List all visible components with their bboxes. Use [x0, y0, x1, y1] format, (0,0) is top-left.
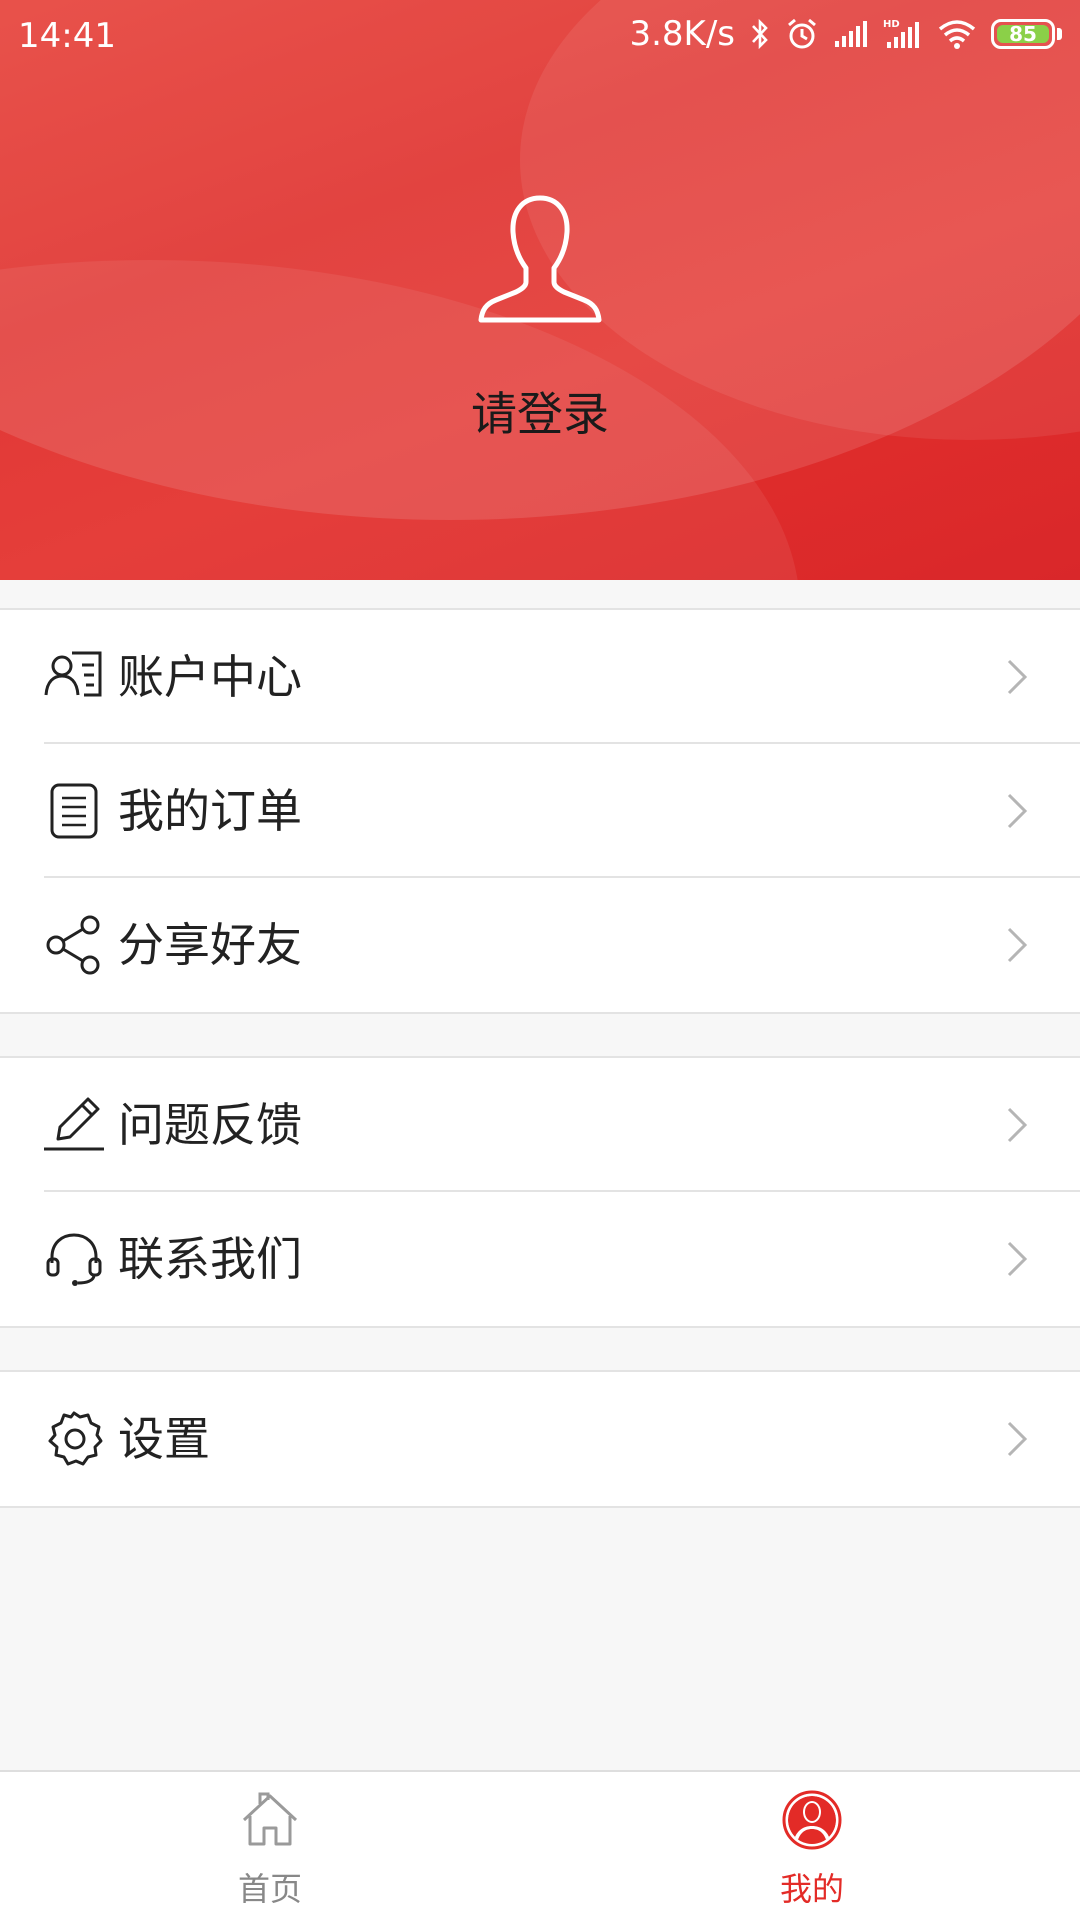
menu-item-feedback[interactable]: 问题反馈	[0, 1058, 1080, 1192]
user-silhouette-icon[interactable]	[470, 190, 610, 330]
tab-home[interactable]: 首页	[170, 1772, 370, 1922]
menu-item-my-orders[interactable]: 我的订单	[0, 744, 1080, 878]
status-time: 14:41	[18, 16, 116, 56]
user-avatar-icon	[782, 1790, 842, 1850]
headset-icon	[46, 1233, 102, 1286]
order-list-icon	[50, 783, 98, 839]
menu-group-support: 问题反馈 联系我们	[0, 1056, 1080, 1328]
menu-item-label: 账户中心	[118, 650, 302, 704]
status-icons: 3.8K/s HD 85	[629, 14, 1062, 54]
signal-icon	[835, 21, 867, 47]
menu-item-label: 问题反馈	[118, 1098, 302, 1152]
net-speed: 3.8K/s	[629, 14, 735, 54]
menu-item-label: 分享好友	[118, 918, 302, 972]
menu-item-label: 设置	[118, 1412, 210, 1466]
home-icon	[242, 1792, 298, 1846]
tab-mine[interactable]: 我的	[712, 1772, 912, 1922]
chevron-right-icon	[1007, 1107, 1028, 1143]
tab-home-label: 首页	[237, 1870, 302, 1908]
pencil-icon	[44, 1097, 104, 1151]
menu-group-settings: 设置	[0, 1370, 1080, 1508]
gear-icon	[48, 1411, 103, 1466]
battery-icon: 85	[991, 19, 1062, 49]
tab-mine-label: 我的	[779, 1870, 844, 1908]
menu-item-label: 联系我们	[118, 1232, 302, 1286]
bluetooth-icon	[752, 18, 768, 50]
chevron-right-icon	[1007, 793, 1028, 829]
chevron-right-icon	[1007, 659, 1028, 695]
share-icon	[46, 915, 100, 975]
menu-group-account: 账户中心 我的订单 分享好友	[0, 608, 1080, 1014]
menu-item-label: 我的订单	[118, 784, 302, 838]
battery-level: 85	[997, 22, 1049, 46]
hd-signal-icon: HD	[883, 19, 919, 48]
chevron-right-icon	[1007, 1421, 1028, 1457]
svg-text:HD: HD	[883, 19, 900, 30]
menu-item-account-center[interactable]: 账户中心	[0, 610, 1080, 744]
bottom-tab-bar: 首页 我的	[0, 1770, 1080, 1922]
chevron-right-icon	[1007, 927, 1028, 963]
wifi-icon	[938, 20, 976, 49]
account-card-icon	[44, 651, 102, 697]
status-bar: 14:41 3.8K/s HD 85	[0, 0, 1080, 76]
chevron-right-icon	[1007, 1241, 1028, 1277]
menu-item-share-friends[interactable]: 分享好友	[0, 878, 1080, 1012]
login-prompt[interactable]: 请登录	[0, 378, 1080, 444]
profile-header: 14:41 3.8K/s HD 85 请登录	[0, 0, 1080, 580]
menu-item-contact-us[interactable]: 联系我们	[0, 1192, 1080, 1326]
alarm-icon	[788, 18, 816, 49]
menu-item-settings[interactable]: 设置	[0, 1372, 1080, 1506]
